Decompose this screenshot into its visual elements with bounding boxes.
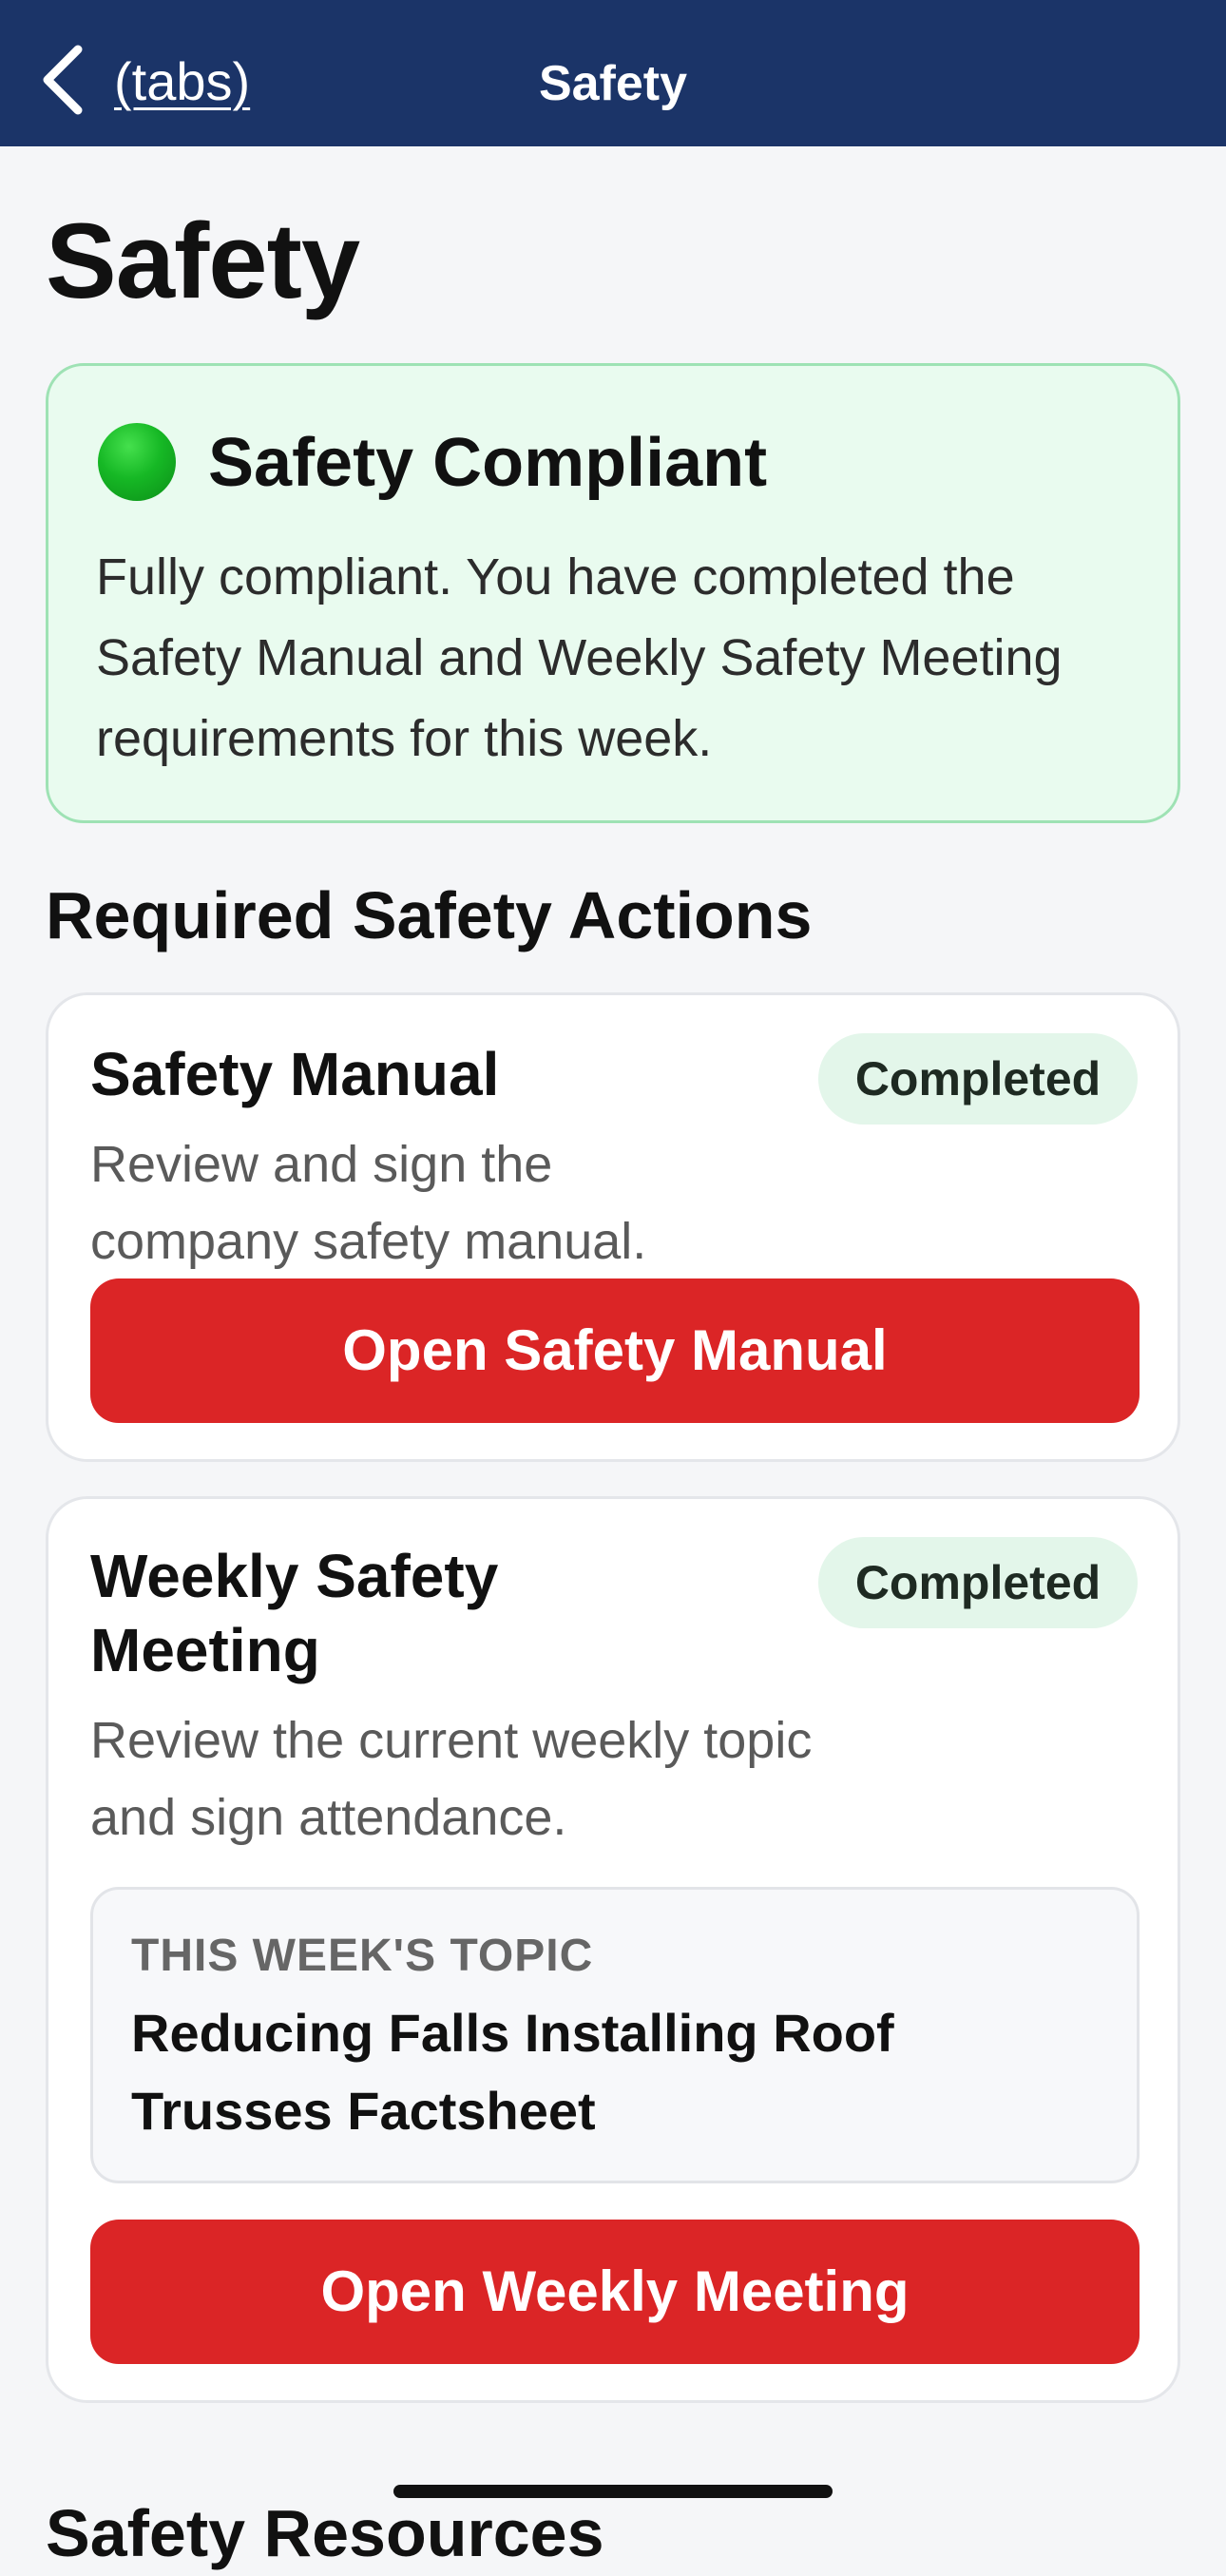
topic-title: Reducing Falls Installing Roof Trusses F… xyxy=(131,2003,894,2141)
section-heading-safety-resources: Safety Resources xyxy=(46,2496,604,2570)
open-weekly-meeting-button[interactable]: Open Weekly Meeting xyxy=(90,2220,1140,2364)
card-title: Weekly Safety Meeting xyxy=(90,1542,499,1684)
status-description: Fully compliant. You have completed the … xyxy=(96,548,1063,767)
topic-label: THIS WEEK'S TOPIC xyxy=(131,1931,594,1981)
green-circle-icon xyxy=(98,423,176,501)
nav-title: Safety xyxy=(538,56,688,111)
card-description: Review and sign the company safety manua… xyxy=(90,1136,647,1270)
weekly-meeting-card: Weekly Safety Meeting Completed Review t… xyxy=(46,1496,1180,2403)
home-indicator[interactable] xyxy=(393,2485,833,2498)
card-title: Safety Manual xyxy=(90,1040,500,1108)
nav-bar: (tabs) Safety xyxy=(0,0,1226,146)
compliance-status-card: Safety Compliant Fully compliant. You ha… xyxy=(46,363,1180,823)
section-heading-required-actions: Required Safety Actions xyxy=(46,878,813,952)
card-description: Review the current weekly topic and sign… xyxy=(90,1712,813,1846)
status-badge: Completed xyxy=(818,1537,1138,1628)
weekly-topic-box: THIS WEEK'S TOPIC Reducing Falls Install… xyxy=(90,1887,1140,2183)
status-badge: Completed xyxy=(818,1033,1138,1125)
open-safety-manual-button[interactable]: Open Safety Manual xyxy=(90,1278,1140,1423)
safety-manual-card: Safety Manual Completed Review and sign … xyxy=(46,992,1180,1462)
status-title: Safety Compliant xyxy=(208,425,768,501)
page-title: Safety xyxy=(46,202,360,320)
